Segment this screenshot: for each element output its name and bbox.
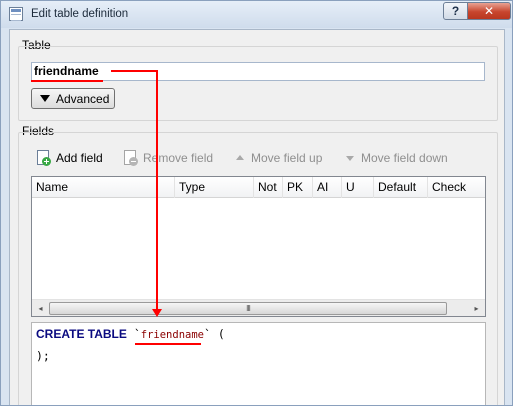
annotation-underline-sql: [135, 343, 201, 345]
dialog-client-area: Table friendname Advanced Fields Add fie…: [9, 29, 505, 405]
sql-keyword: CREATE TABLE: [36, 327, 127, 341]
help-button[interactable]: ?: [443, 2, 468, 20]
scroll-right-icon[interactable]: ▸: [468, 300, 485, 317]
add-field-button[interactable]: Add field: [36, 147, 103, 169]
close-button[interactable]: ✕: [467, 2, 511, 20]
add-field-label: Add field: [56, 151, 103, 165]
advanced-button[interactable]: Advanced: [31, 88, 115, 109]
move-field-up-label: Move field up: [251, 151, 323, 165]
annotation-arrowhead-icon: [152, 309, 162, 317]
horizontal-scrollbar[interactable]: ◂ III ▸: [32, 299, 485, 316]
column-header-unique[interactable]: U: [342, 177, 374, 198]
column-header-default[interactable]: Default: [374, 177, 428, 198]
table-icon: [9, 7, 23, 21]
column-header-ai[interactable]: AI: [313, 177, 342, 198]
column-header-check[interactable]: Check: [428, 177, 485, 198]
annotation-underline-input: [31, 80, 103, 82]
remove-field-label: Remove field: [143, 151, 214, 165]
title-bar[interactable]: Edit table definition ? ✕: [1, 1, 512, 28]
column-header-type[interactable]: Type: [175, 177, 254, 198]
add-field-icon: [36, 150, 52, 166]
annotation-line-vertical: [156, 70, 158, 309]
column-header-not-null[interactable]: Not: [254, 177, 283, 198]
window-title: Edit table definition: [31, 8, 129, 20]
sql-line-closing: );: [36, 349, 50, 363]
sql-preview[interactable]: CREATE TABLE `friendname` ( );: [31, 322, 486, 405]
fields-grid-header: Name Type Not PK AI U Default Check: [32, 177, 485, 198]
move-field-down-label: Move field down: [361, 151, 448, 165]
sql-line-create: CREATE TABLE `friendname` (: [36, 327, 225, 341]
scroll-left-icon[interactable]: ◂: [32, 300, 49, 317]
annotation-line-horizontal: [111, 70, 157, 72]
move-field-down-button[interactable]: Move field down: [341, 147, 448, 169]
move-field-up-button[interactable]: Move field up: [231, 147, 322, 169]
advanced-button-label: Advanced: [56, 91, 110, 106]
remove-field-icon: [123, 150, 139, 166]
column-header-name[interactable]: Name: [32, 177, 175, 198]
triangle-down-icon: [40, 95, 50, 102]
column-header-pk[interactable]: PK: [283, 177, 313, 198]
fields-grid[interactable]: Name Type Not PK AI U Default Check ◂ II…: [31, 176, 486, 317]
sql-table-name: friendname: [140, 329, 204, 341]
arrow-up-icon: [231, 150, 247, 166]
scrollbar-thumb[interactable]: III: [49, 302, 447, 315]
edit-table-window: Edit table definition ? ✕ Table friendna…: [0, 0, 513, 406]
table-name-input[interactable]: friendname: [31, 62, 485, 81]
arrow-down-icon: [341, 150, 357, 166]
sql-open-quote: `: [133, 327, 141, 341]
table-groupbox: [18, 46, 498, 121]
sql-close-quote-paren: ` (: [203, 327, 225, 341]
remove-field-button[interactable]: Remove field: [123, 147, 213, 169]
